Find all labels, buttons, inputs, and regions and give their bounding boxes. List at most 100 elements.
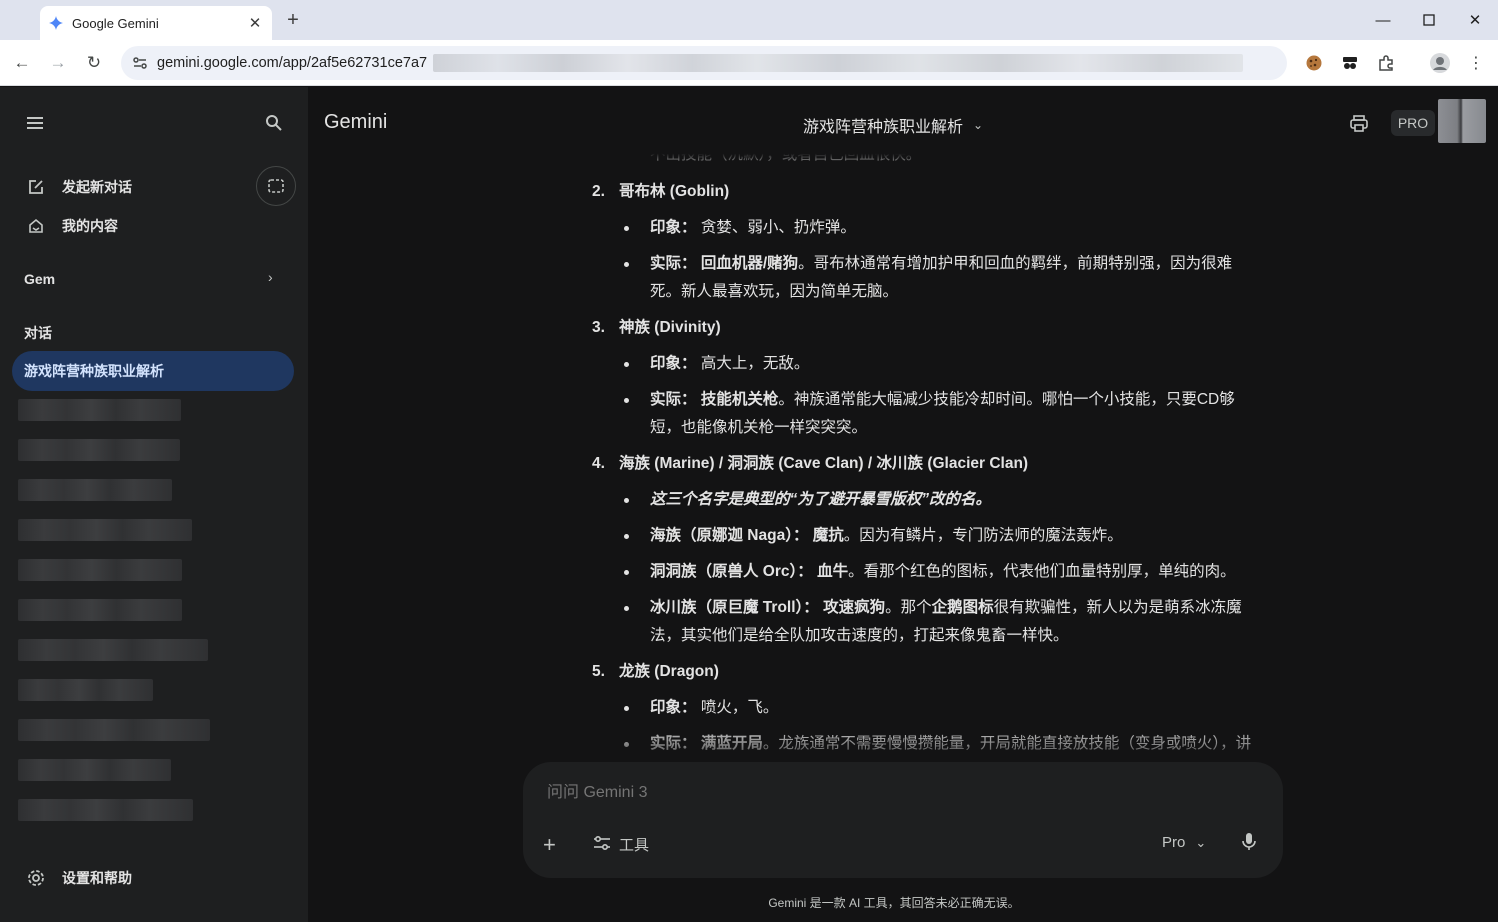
- gem-section[interactable]: Gem: [24, 271, 55, 287]
- bullet-dot: [624, 362, 629, 367]
- avatar[interactable]: [1438, 99, 1486, 143]
- profile-avatar-icon[interactable]: [1428, 51, 1452, 75]
- forward-icon[interactable]: →: [46, 51, 70, 75]
- bullet-text: 实际： 满蓝开局。龙族通常不需要慢慢攒能量，开局就能直接放技能（变身或喷火），讲: [650, 735, 1252, 752]
- incognito-extension-icon[interactable]: [1338, 51, 1362, 75]
- model-label: Pro: [1162, 834, 1186, 851]
- chat-item-redacted[interactable]: [18, 519, 192, 541]
- bullet-dot: [624, 742, 629, 747]
- chat-item-redacted[interactable]: [18, 759, 171, 781]
- gear-icon: [24, 868, 48, 888]
- chats-section-title: 对话: [24, 325, 52, 341]
- microphone-icon[interactable]: [1241, 832, 1257, 852]
- browser-menu-icon[interactable]: ⋮: [1464, 51, 1488, 75]
- bullet-dot: [624, 398, 629, 403]
- close-window-icon[interactable]: ✕: [1463, 8, 1487, 32]
- bullet-dot: [624, 606, 629, 611]
- new-tab-button[interactable]: +: [282, 9, 304, 31]
- bullet-text: 海族（原娜迦 Naga）： 魔抗。因为有鳞片，专门防法师的魔法轰炸。: [650, 527, 1123, 544]
- bullet-dot: [624, 570, 629, 575]
- temporary-chat-icon[interactable]: [256, 166, 296, 206]
- chat-item-redacted[interactable]: [18, 479, 172, 501]
- search-icon[interactable]: [254, 103, 294, 143]
- item-heading: 神族 (Divinity): [619, 319, 721, 336]
- cookie-extension-icon[interactable]: [1302, 51, 1326, 75]
- bullet-dot: [624, 262, 629, 267]
- conversation-title: 游戏阵营种族职业解析: [803, 119, 964, 136]
- chat-item-redacted[interactable]: [18, 439, 180, 461]
- gemini-app: 发起新对话 我的内容 Gem › 对话 游戏阵营种族职业解析 设置和帮助 Gem…: [0, 87, 1498, 922]
- prompt-box: + 工具 Pro ⌄: [523, 762, 1283, 878]
- address-bar[interactable]: gemini.google.com/app/2af5e62731ce7a7: [121, 46, 1287, 80]
- content-icon: [24, 217, 48, 235]
- chat-item-redacted[interactable]: [18, 679, 153, 701]
- back-icon[interactable]: ←: [10, 51, 34, 75]
- tools-button[interactable]: 工具: [593, 834, 649, 855]
- bullet-dot: [624, 498, 629, 503]
- maximize-icon[interactable]: [1417, 8, 1441, 32]
- chat-item-redacted[interactable]: [18, 399, 181, 421]
- bullet-text: 印象： 贪婪、弱小、扔炸弹。: [650, 219, 856, 236]
- response-content: 不出技能（沉默），或者自己回血很快。 2. 哥布林 (Goblin) 印象： 贪…: [590, 147, 1280, 757]
- menu-icon[interactable]: [16, 103, 56, 143]
- share-print-icon[interactable]: [1346, 111, 1372, 137]
- item-heading: 海族 (Marine) / 洞洞族 (Cave Clan) / 冰川族 (Gla…: [619, 455, 1029, 472]
- bullet-text: 印象： 喷火，飞。: [650, 699, 779, 716]
- chat-item-redacted[interactable]: [18, 639, 208, 661]
- bullet-text: 印象： 高大上，无敌。: [650, 355, 810, 372]
- prompt-input[interactable]: [547, 784, 1147, 802]
- bullet-text: 洞洞族（原兽人 Orc）： 血牛。看那个红色的图标，代表他们血量特别厚，单纯的肉…: [650, 563, 1236, 580]
- bullet-text: 冰川族（原巨魔 Troll）： 攻速疯狗。那个企鹅图标很有欺骗性，新人以为是萌系…: [650, 599, 1242, 616]
- extensions-puzzle-icon[interactable]: [1374, 51, 1398, 75]
- tab-title: Google Gemini: [72, 15, 159, 31]
- bullet-text-cont: 死。新人最喜欢玩，因为简单无脑。: [650, 283, 899, 300]
- bullet-dot: [624, 534, 629, 539]
- bullet-dot: [624, 706, 629, 711]
- browser-tab[interactable]: Google Gemini ✕: [40, 6, 272, 40]
- add-attachment-icon[interactable]: +: [543, 832, 556, 858]
- bullet-text: 实际： 技能机关枪。神族通常能大幅减少技能冷却时间。哪怕一个小技能，只要CD够: [650, 391, 1235, 408]
- item-number: 3.: [592, 319, 605, 336]
- close-tab-icon[interactable]: ✕: [246, 14, 264, 32]
- new-chat-label: 发起新对话: [62, 179, 132, 195]
- chat-item-redacted[interactable]: [18, 599, 182, 621]
- pro-badge: PRO: [1391, 110, 1435, 136]
- disclaimer: Gemini 是一款 AI 工具，其回答未必正确无误。: [768, 896, 1020, 910]
- url-text: gemini.google.com/app/2af5e62731ce7a7: [157, 55, 428, 71]
- new-chat-button[interactable]: 发起新对话: [24, 177, 132, 197]
- url-redacted: [433, 54, 1243, 72]
- chat-item-redacted[interactable]: [18, 799, 193, 821]
- site-info-icon[interactable]: [125, 48, 155, 78]
- chat-item-redacted[interactable]: [18, 719, 210, 741]
- active-chat-item[interactable]: 游戏阵营种族职业解析: [12, 351, 294, 391]
- item-number: 5.: [592, 663, 605, 680]
- cut-line: 不出技能（沉默），或者自己回血很快。: [650, 147, 922, 163]
- minimize-icon[interactable]: —: [1371, 8, 1395, 32]
- browser-toolbar: ← → ↻ gemini.google.com/app/2af5e62731ce…: [0, 40, 1498, 86]
- item-heading: 哥布林 (Goblin): [619, 183, 730, 200]
- chevron-right-icon[interactable]: ›: [268, 269, 273, 285]
- gemini-sparkle-icon: [48, 15, 64, 31]
- edit-icon: [24, 178, 48, 196]
- chevron-down-icon: ⌄: [1195, 834, 1207, 850]
- my-content-button[interactable]: 我的内容: [24, 216, 118, 236]
- tools-label: 工具: [619, 837, 650, 854]
- settings-label: 设置和帮助: [62, 870, 132, 886]
- app-title[interactable]: Gemini: [324, 111, 387, 134]
- chat-item-redacted[interactable]: [18, 559, 182, 581]
- item-number: 4.: [592, 455, 605, 472]
- model-selector[interactable]: Pro ⌄: [1162, 834, 1206, 851]
- bullet-text: 实际： 回血机器/赌狗。哥布林通常有增加护甲和回血的羁绊，前期特别强，因为很难: [650, 255, 1233, 272]
- reload-icon[interactable]: ↻: [82, 51, 106, 75]
- item-number: 2.: [592, 183, 605, 200]
- sidebar: 发起新对话 我的内容 Gem › 对话 游戏阵营种族职业解析 设置和帮助: [0, 87, 308, 922]
- item-heading: 龙族 (Dragon): [619, 663, 719, 680]
- settings-help-button[interactable]: 设置和帮助: [24, 868, 132, 888]
- my-content-label: 我的内容: [62, 218, 118, 234]
- bullet-text-cont: 短，也能像机关枪一样突突突。: [650, 419, 868, 436]
- tools-icon: [593, 835, 611, 855]
- conversation-title-dropdown[interactable]: 游戏阵营种族职业解析 ⌄: [803, 113, 983, 137]
- bullet-text: 这三个名字是典型的“为了避开暴雪版权”改的名。: [650, 491, 992, 508]
- browser-tabstrip: Google Gemini ✕ + — ✕: [0, 0, 1498, 40]
- chevron-down-icon: ⌄: [973, 118, 984, 132]
